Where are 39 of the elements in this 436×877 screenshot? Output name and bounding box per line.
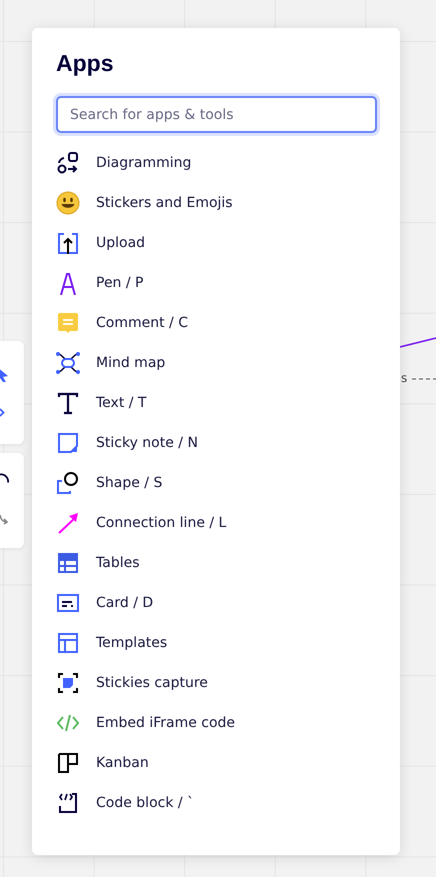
dashed-line <box>412 378 436 380</box>
app-item[interactable]: Embed iFrame code <box>56 703 236 743</box>
kanban-icon <box>56 751 80 775</box>
arc-icon <box>0 473 10 485</box>
table-icon <box>56 551 80 575</box>
templates-icon <box>56 631 80 655</box>
diagram-icon <box>56 151 80 175</box>
app-item[interactable]: Comment / C <box>56 303 188 343</box>
app-item[interactable]: Sticky note / N <box>56 423 198 463</box>
app-item[interactable]: Connection line / L <box>56 503 226 543</box>
smiley-icon <box>56 191 80 215</box>
app-item[interactable]: Mind map <box>56 343 166 383</box>
app-item[interactable]: Pen / P <box>56 263 144 303</box>
comment-icon <box>56 311 80 335</box>
app-item[interactable]: Kanban <box>56 743 149 783</box>
capture-icon <box>56 671 80 695</box>
app-item[interactable]: Card / D <box>56 583 154 623</box>
canvas-text: s <box>401 371 408 385</box>
app-item[interactable]: Text / T <box>56 383 146 423</box>
app-item[interactable]: Tables <box>56 543 140 583</box>
mind-map-icon <box>56 351 80 375</box>
connector-arrow-icon <box>56 511 80 535</box>
card-icon <box>56 591 80 615</box>
app-item[interactable]: Templates <box>56 623 168 663</box>
search-field[interactable]: Search for apps & tools <box>56 96 377 133</box>
app-item[interactable]: Upload <box>56 223 146 263</box>
app-item[interactable]: Shape / S <box>56 463 162 503</box>
redo-arrow-icon <box>0 514 9 525</box>
app-item[interactable]: Code block / ` <box>56 783 194 823</box>
upload-icon <box>56 231 80 255</box>
app-item[interactable]: Stickies capture <box>56 663 208 703</box>
text-icon <box>56 391 80 415</box>
shape-icon <box>56 471 80 495</box>
code-block-icon <box>56 791 80 815</box>
app-item[interactable]: Diagramming <box>56 143 192 183</box>
sticky-note-icon <box>56 431 80 455</box>
panel-title: Apps <box>56 50 114 77</box>
app-item[interactable]: Stickers and Emojis <box>56 183 233 223</box>
chevron-icon <box>0 408 5 417</box>
